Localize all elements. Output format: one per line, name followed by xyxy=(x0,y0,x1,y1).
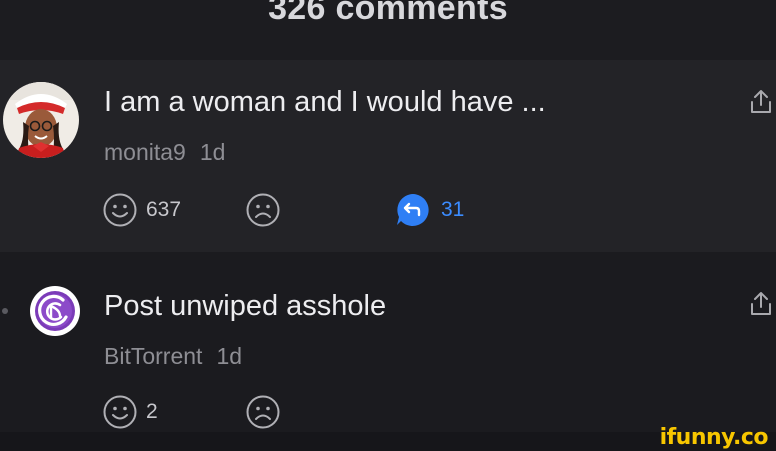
comment-username[interactable]: BitTorrent xyxy=(104,343,202,369)
comments-header: 326 comments xyxy=(0,0,776,60)
frown-icon xyxy=(246,193,280,227)
thread-indicator-dot xyxy=(2,308,8,314)
unsmile-button[interactable] xyxy=(245,192,281,228)
bittorrent-logo xyxy=(31,287,79,335)
share-icon[interactable] xyxy=(748,290,774,318)
comment-item[interactable]: Post unwiped asshole BitTorrent 1d 2 xyxy=(0,252,776,432)
comment-time: 1d xyxy=(216,343,243,369)
avatar[interactable] xyxy=(30,286,80,336)
replies-button[interactable]: 31 xyxy=(395,192,464,228)
comment-text: Post unwiped asshole xyxy=(104,290,387,322)
ifunny-watermark: ifunny.co xyxy=(659,425,769,450)
smile-count: 2 xyxy=(146,400,158,423)
reply-count: 31 xyxy=(441,198,465,221)
unsmile-button[interactable] xyxy=(245,394,281,430)
smile-count: 637 xyxy=(146,198,182,221)
avatar[interactable] xyxy=(3,82,79,158)
smile-button[interactable]: 2 xyxy=(102,394,158,430)
comments-count-title: 326 comments xyxy=(268,0,508,27)
smile-icon xyxy=(103,193,137,227)
comment-meta: BitTorrent 1d xyxy=(104,343,242,370)
smile-icon xyxy=(103,395,137,429)
reply-bubble-icon xyxy=(397,194,429,226)
comment-meta: monita9 1d xyxy=(104,139,225,166)
share-icon[interactable] xyxy=(748,88,774,116)
smile-button[interactable]: 637 xyxy=(102,192,181,228)
comment-item[interactable]: I am a woman and I would have ... monita… xyxy=(0,60,776,252)
comment-username[interactable]: monita9 xyxy=(104,139,186,165)
comment-text: I am a woman and I would have ... xyxy=(104,86,546,118)
frown-icon xyxy=(246,395,280,429)
comment-time: 1d xyxy=(199,139,226,165)
